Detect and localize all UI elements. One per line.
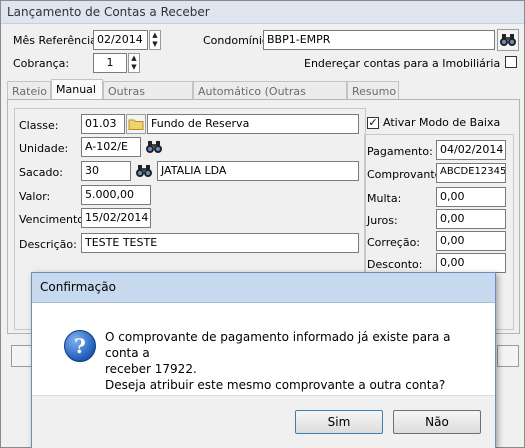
tab-rateio[interactable]: Rateio	[7, 81, 51, 99]
spin-up-icon[interactable]: ▲	[129, 54, 139, 63]
juros-label: Juros:	[367, 214, 398, 227]
binoculars-icon	[136, 165, 152, 177]
tab-outras-receitas[interactable]: Outras Receitas	[103, 81, 193, 111]
enderecar-checkbox[interactable]	[505, 56, 517, 68]
condominio-label: Condomínio:	[203, 34, 273, 47]
sacado-search-button[interactable]	[134, 161, 156, 181]
dialog-title: Confirmação	[40, 280, 116, 294]
enderecar-label: Endereçar contas para a Imobiliária	[304, 57, 501, 70]
descricao-field[interactable]: TESTE TESTE	[81, 233, 359, 253]
dialog-message-line-1: O comprovante de pagamento informado já …	[105, 330, 451, 360]
bottom-left-button[interactable]	[11, 345, 33, 367]
correcao-field[interactable]: 0,00	[436, 231, 506, 251]
title-bar: Lançamento de Contas a Receber	[1, 1, 524, 24]
desconto-label: Desconto:	[367, 258, 423, 271]
confirmation-dialog: Confirmação ? O comprovante de pagamento…	[31, 272, 496, 448]
no-button[interactable]: Não	[393, 410, 481, 434]
mes-referencia-label: Mês Referência:	[13, 34, 101, 47]
cobranca-field[interactable]: 1	[93, 53, 127, 73]
classe-desc-field[interactable]: Fundo de Reserva	[147, 114, 359, 134]
multa-label: Multa:	[367, 192, 402, 205]
binoculars-icon	[500, 34, 516, 46]
condominio-search-button[interactable]	[497, 29, 519, 51]
pagamento-field[interactable]: 04/02/2014	[436, 140, 506, 160]
classe-label: Classe:	[19, 119, 59, 132]
dialog-button-bar: Sim Não	[32, 395, 495, 448]
tab-resumo[interactable]: Resumo	[347, 81, 399, 99]
ativar-baixa-checkbox[interactable]: ✓	[367, 117, 379, 129]
dialog-message-line-2: receber 17922.	[105, 362, 197, 376]
vencimento-label: Vencimento:	[19, 213, 88, 226]
desconto-field[interactable]: 0,00	[436, 253, 506, 273]
yes-button[interactable]: Sim	[295, 410, 383, 434]
mes-referencia-spinner[interactable]: ▲ ▼	[149, 30, 161, 50]
correcao-label: Correção:	[367, 236, 421, 249]
classe-folder-button[interactable]	[126, 114, 146, 134]
classe-code-field[interactable]: 01.03	[81, 114, 125, 134]
valor-field[interactable]: 5.000,00	[81, 185, 151, 205]
folder-icon	[128, 119, 144, 130]
information-icon: ?	[64, 330, 96, 362]
cobranca-spinner[interactable]: ▲ ▼	[128, 53, 140, 73]
cobranca-label: Cobrança:	[13, 57, 70, 70]
dialog-message: O comprovante de pagamento informado já …	[105, 329, 485, 393]
vencimento-field[interactable]: 15/02/2014	[81, 208, 151, 228]
ativar-baixa-label: Ativar Modo de Baixa	[383, 116, 501, 129]
comprovante-field[interactable]: ABCDE12345	[436, 163, 506, 183]
binoculars-icon	[146, 141, 162, 153]
dialog-message-line-3: Deseja atribuir este mesmo comprovante a…	[105, 378, 446, 392]
juros-field[interactable]: 0,00	[436, 209, 506, 229]
valor-label: Valor:	[19, 190, 51, 203]
multa-field[interactable]: 0,00	[436, 187, 506, 207]
condominio-field[interactable]: BBP1-EMPR	[263, 30, 495, 50]
spin-down-icon[interactable]: ▼	[129, 63, 139, 72]
comprovante-label: Comprovante:	[367, 168, 446, 181]
sacado-label: Sacado:	[19, 166, 63, 179]
unidade-field[interactable]: A-102/E	[81, 137, 141, 157]
dialog-title-bar: Confirmação	[32, 273, 495, 303]
tab-automatico[interactable]: Automático (Outras Receitas)	[193, 81, 347, 111]
descricao-label: Descrição:	[19, 238, 77, 251]
unidade-search-button[interactable]	[144, 137, 166, 157]
sacado-code-field[interactable]: 30	[81, 161, 131, 181]
window-title: Lançamento de Contas a Receber	[7, 5, 210, 19]
tab-manual[interactable]: Manual	[51, 79, 103, 100]
sacado-name-field[interactable]: JATALIA LDA	[157, 161, 359, 181]
unidade-label: Unidade:	[19, 142, 69, 155]
spin-down-icon[interactable]: ▼	[150, 40, 160, 49]
pagamento-label: Pagamento:	[367, 145, 433, 158]
spin-up-icon[interactable]: ▲	[150, 31, 160, 40]
mes-referencia-field[interactable]: 02/2014	[93, 30, 148, 50]
bottom-right-button[interactable]	[497, 345, 519, 367]
